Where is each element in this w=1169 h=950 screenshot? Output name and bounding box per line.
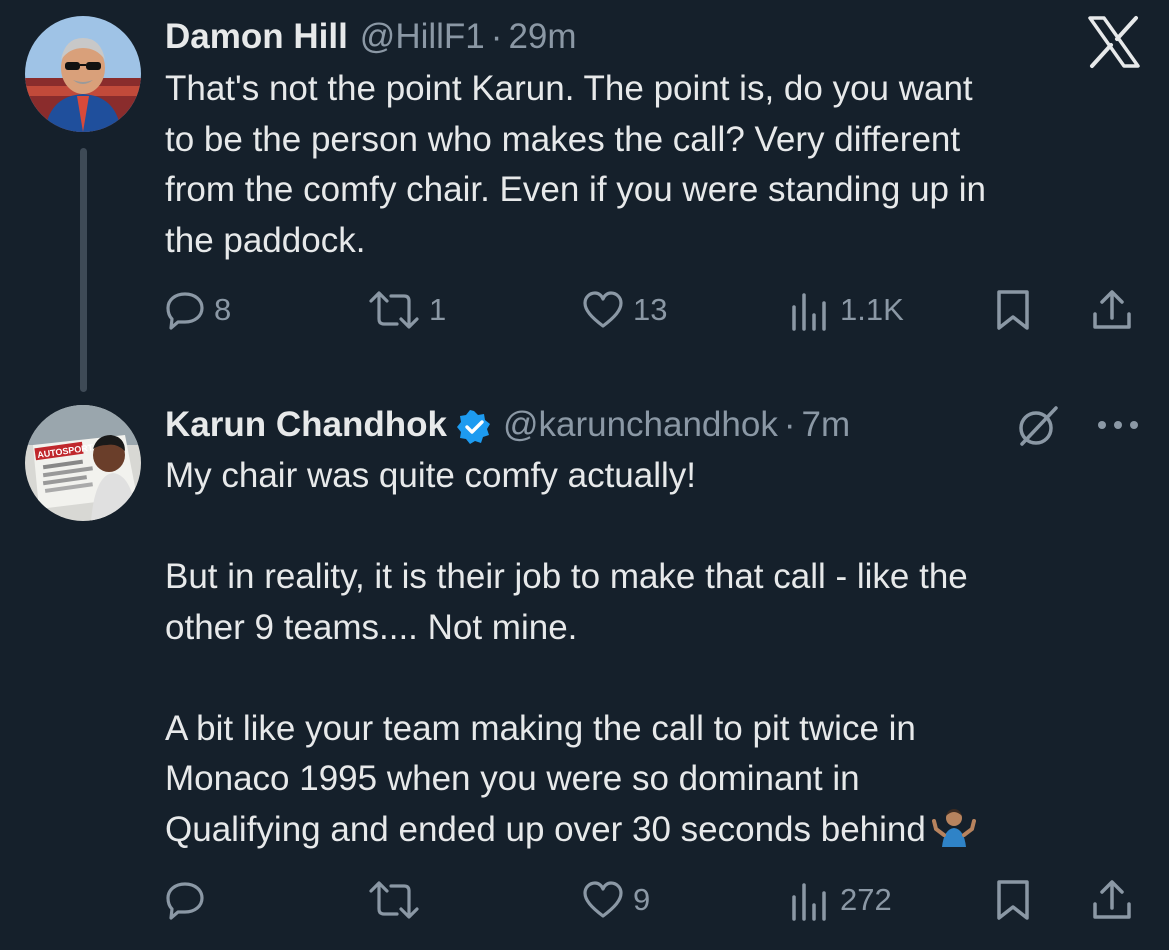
separator-dot: · — [783, 405, 796, 444]
tweet-text: My chair was quite comfy actually! But i… — [165, 451, 1125, 855]
x-logo-icon[interactable] — [1086, 14, 1142, 70]
thread-connector-line — [80, 148, 87, 392]
like-count: 13 — [633, 292, 668, 327]
more-icon[interactable] — [1095, 413, 1141, 437]
tweet-timestamp[interactable]: 7m — [801, 404, 850, 446]
tweet-text: That's not the point Karun. The point is… — [165, 69, 986, 260]
bookmark-icon — [995, 288, 1031, 332]
tweet-thread: Damon Hill @HillF1 · 29m That's not the … — [0, 0, 1169, 950]
views-icon — [788, 289, 832, 331]
reply-icon — [164, 289, 206, 331]
bookmark-icon — [995, 878, 1031, 922]
reply-button[interactable]: 8 — [164, 285, 231, 335]
reply-count: 8 — [214, 292, 232, 327]
tweet-header: Damon Hill @HillF1 · 29m — [165, 16, 577, 58]
heart-icon — [581, 289, 625, 331]
separator-dot: · — [490, 17, 503, 56]
reply-button[interactable] — [164, 875, 214, 925]
retweet-icon — [367, 289, 421, 331]
share-button[interactable] — [1090, 285, 1134, 335]
person-shrugging-emoji-icon — [931, 807, 976, 847]
avatar-damon-hill[interactable] — [25, 16, 141, 132]
author-name[interactable]: Damon Hill — [165, 16, 348, 58]
author-handle[interactable]: @karunchandhok — [503, 404, 778, 446]
reply-icon — [164, 879, 206, 921]
views-button[interactable]: 272 — [788, 875, 892, 925]
verified-badge-icon — [456, 410, 491, 444]
share-icon — [1090, 878, 1134, 922]
bookmark-button[interactable] — [995, 285, 1031, 335]
tweet-timestamp[interactable]: 29m — [508, 16, 576, 58]
tweet-text-content: My chair was quite comfy actually! But i… — [165, 456, 968, 849]
heart-icon — [581, 879, 625, 921]
tweet-header: Karun Chandhok @karunchandhok · 7m — [165, 404, 850, 446]
retweet-count: 1 — [429, 292, 447, 327]
views-button[interactable]: 1.1K — [788, 285, 904, 335]
retweet-button[interactable] — [367, 875, 429, 925]
like-button[interactable]: 9 — [581, 875, 650, 925]
view-count: 1.1K — [840, 292, 904, 327]
retweet-button[interactable]: 1 — [367, 285, 446, 335]
retweet-icon — [367, 879, 421, 921]
avatar-karun-chandhok[interactable]: AUTOSPORT — [25, 405, 141, 521]
author-handle[interactable]: @HillF1 — [360, 16, 485, 58]
like-count: 9 — [633, 882, 651, 917]
grok-icon[interactable] — [1014, 404, 1062, 448]
views-icon — [788, 879, 832, 921]
view-count: 272 — [840, 882, 892, 917]
share-icon — [1090, 288, 1134, 332]
bookmark-button[interactable] — [995, 875, 1031, 925]
author-name[interactable]: Karun Chandhok — [165, 404, 447, 446]
share-button[interactable] — [1090, 875, 1134, 925]
like-button[interactable]: 13 — [581, 285, 667, 335]
